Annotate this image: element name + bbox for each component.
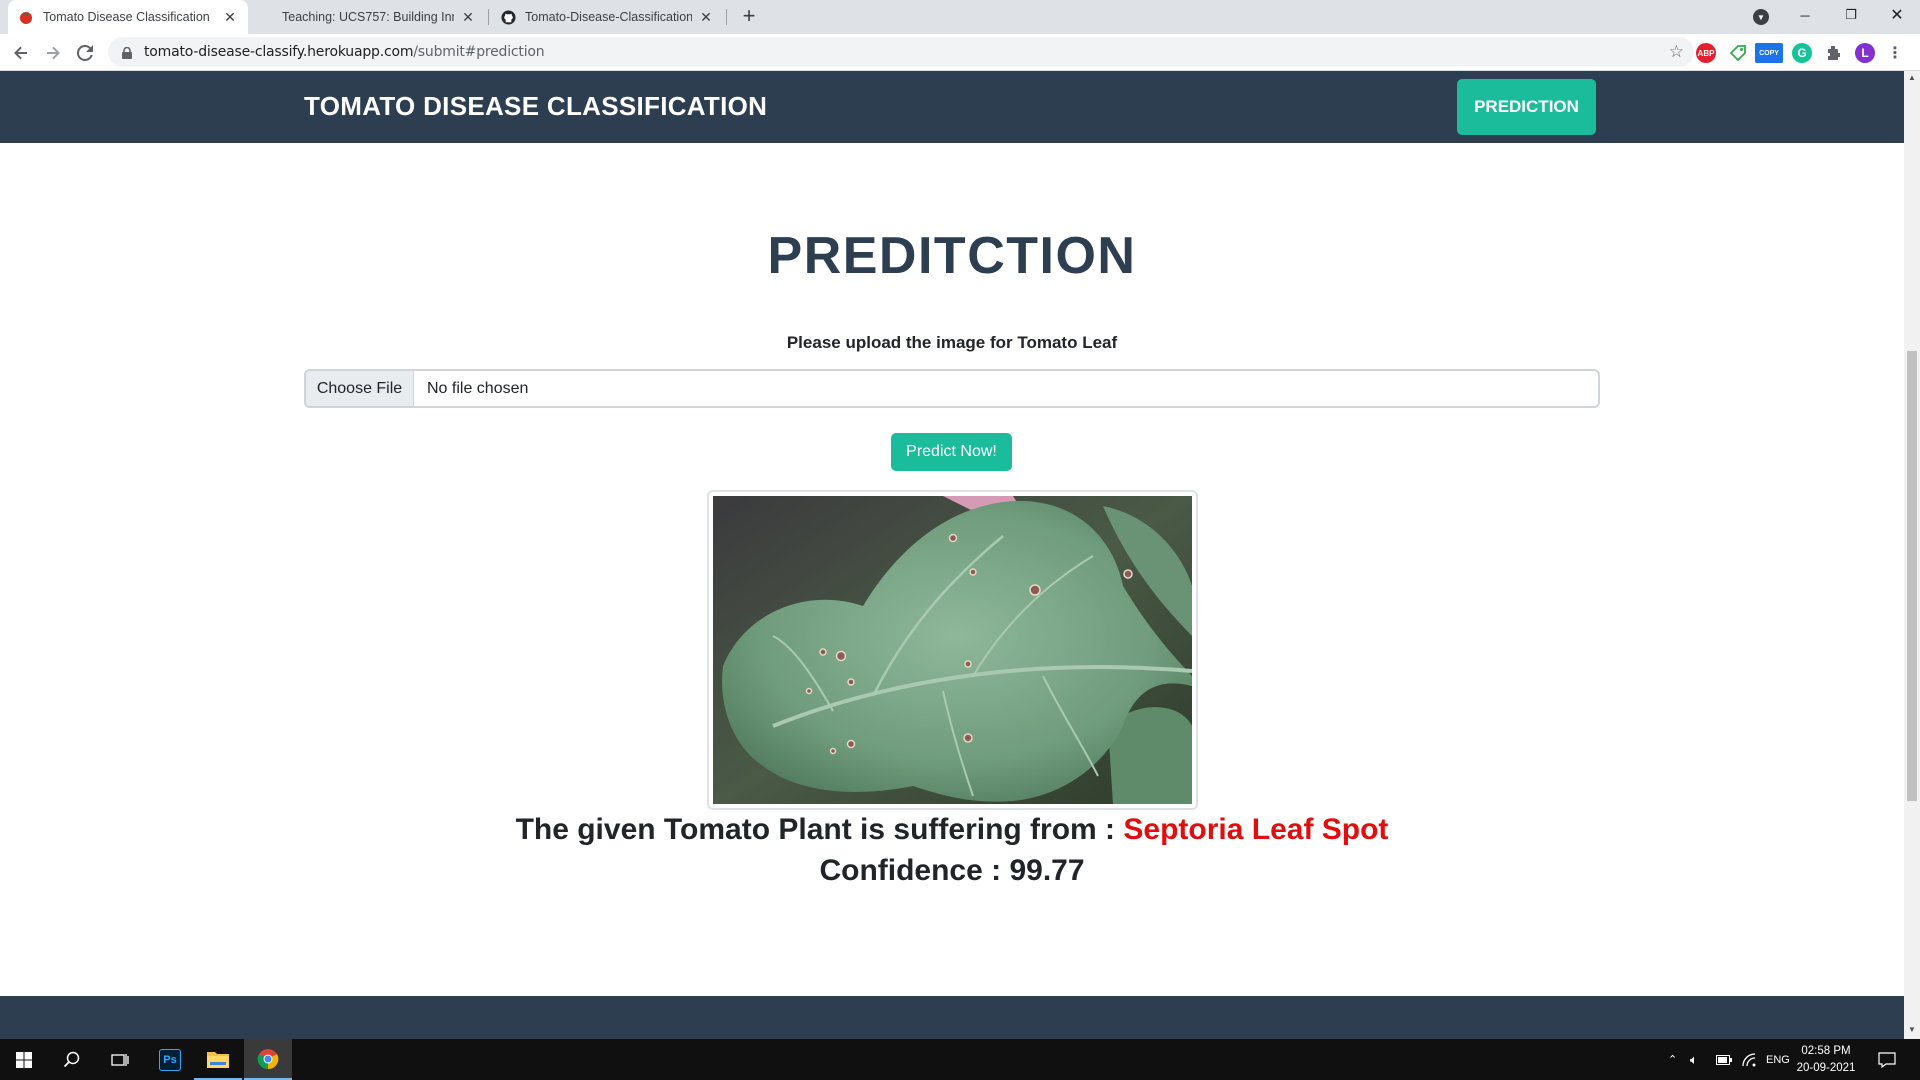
- site-navbar: TOMATO DISEASE CLASSIFICATION PREDICTION: [0, 71, 1904, 143]
- nav-prediction-button[interactable]: PREDICTION: [1457, 79, 1596, 135]
- back-arrow-icon[interactable]: [7, 39, 35, 67]
- adblock-icon[interactable]: ABP: [1696, 43, 1716, 63]
- clock-date: 20-09-2021: [1796, 1062, 1856, 1074]
- scroll-down-icon[interactable]: ▼: [1908, 1025, 1916, 1034]
- url-path: /submit#prediction: [413, 44, 545, 60]
- system-clock[interactable]: 02:58 PM 20-09-2021: [1790, 1043, 1862, 1077]
- volume-icon[interactable]: 🔈︎: [1690, 1039, 1698, 1080]
- profile-avatar[interactable]: L: [1855, 43, 1875, 63]
- github-icon: [500, 9, 516, 25]
- disease-name: Septoria Leaf Spot: [1123, 813, 1389, 846]
- scrollbar-thumb[interactable]: [1907, 351, 1917, 801]
- show-hidden-icons-chevron-icon[interactable]: ⌃: [1668, 1039, 1677, 1080]
- forward-arrow-icon[interactable]: [39, 39, 67, 67]
- upload-label: Please upload the image for Tomato Leaf: [786, 333, 1118, 352]
- tab-teaching[interactable]: Teaching: UCS757: Building Inno ✕: [272, 0, 486, 34]
- choose-file-button[interactable]: Choose File: [306, 371, 414, 406]
- task-view-icon[interactable]: [96, 1039, 144, 1080]
- close-tab-icon[interactable]: ✕: [222, 9, 238, 25]
- url-text: tomato-disease-classify.herokuapp.com/su…: [144, 44, 545, 60]
- confidence-score: Confidence : 99.77: [819, 854, 1085, 887]
- tab-search-icon[interactable]: ▼: [1753, 9, 1769, 25]
- clock-time: 02:58 PM: [1801, 1045, 1851, 1057]
- result-prefix: The given Tomato Plant is suffering from…: [515, 813, 1124, 846]
- file-status-text: No file chosen: [427, 379, 529, 397]
- browser-tab-strip: Tomato Disease Classification ✕ Teaching…: [0, 0, 1920, 34]
- chrome-icon[interactable]: [244, 1039, 292, 1080]
- close-tab-icon[interactable]: ✕: [460, 9, 476, 25]
- file-upload-input[interactable]: Choose File No file chosen: [304, 369, 1600, 408]
- tab-title: Tomato-Disease-Classification/tr: [525, 10, 692, 24]
- puzzle-icon[interactable]: [1823, 43, 1843, 63]
- kebab-menu-icon[interactable]: ⋮: [1885, 43, 1905, 63]
- windows-start-icon[interactable]: [0, 1039, 48, 1080]
- tab-title: Teaching: UCS757: Building Inno: [282, 10, 454, 24]
- language-indicator[interactable]: ENG: [1766, 1039, 1790, 1080]
- browser-toolbar: tomato-disease-classify.herokuapp.com/su…: [0, 34, 1920, 71]
- search-icon[interactable]: [48, 1039, 96, 1080]
- page-title: PREDITCTION: [767, 227, 1137, 285]
- bookmark-star-icon[interactable]: ☆: [1669, 42, 1684, 62]
- address-bar[interactable]: tomato-disease-classify.herokuapp.com/su…: [108, 37, 1694, 67]
- tag-icon[interactable]: [1728, 43, 1748, 63]
- tab-title: Tomato Disease Classification: [43, 10, 210, 24]
- site-brand[interactable]: TOMATO DISEASE CLASSIFICATION: [304, 91, 767, 122]
- grammarly-icon[interactable]: G: [1792, 43, 1812, 63]
- site-footer: [0, 996, 1904, 1039]
- prediction-result: The given Tomato Plant is suffering from…: [0, 813, 1904, 847]
- close-tab-icon[interactable]: ✕: [698, 9, 714, 25]
- photoshop-label: Ps: [159, 1048, 181, 1071]
- page-viewport: TOMATO DISEASE CLASSIFICATION PREDICTION…: [0, 71, 1904, 1039]
- photoshop-icon[interactable]: Ps: [146, 1039, 194, 1080]
- window-close-icon[interactable]: ✕: [1874, 0, 1920, 30]
- copy-icon[interactable]: COPY: [1755, 43, 1783, 63]
- tab-tomato-disease[interactable]: Tomato Disease Classification ✕: [8, 0, 248, 34]
- predict-now-button[interactable]: Predict Now!: [891, 433, 1012, 471]
- page-scrollbar[interactable]: ▲ ▼: [1904, 71, 1920, 1039]
- restore-icon[interactable]: ❐: [1828, 0, 1874, 30]
- tomato-favicon-icon: [18, 9, 34, 25]
- notifications-icon[interactable]: [1878, 1039, 1896, 1080]
- minimize-icon[interactable]: ─: [1782, 0, 1828, 30]
- file-explorer-icon[interactable]: [194, 1039, 242, 1080]
- battery-icon[interactable]: [1716, 1039, 1732, 1080]
- url-host: tomato-disease-classify.herokuapp.com: [144, 44, 414, 60]
- tab-separator: [488, 9, 489, 25]
- reload-icon[interactable]: [71, 39, 99, 67]
- uploaded-leaf-image-frame: [707, 490, 1198, 810]
- tab-separator: [726, 9, 727, 25]
- tomato-leaf-image: [713, 496, 1192, 804]
- lock-icon: [122, 46, 134, 59]
- new-tab-plus-icon[interactable]: +: [737, 5, 761, 29]
- scroll-up-icon[interactable]: ▲: [1908, 73, 1916, 82]
- windows-taskbar: Ps ⌃ 🔈︎ ENG 02:58 PM 20-09-2021: [0, 1039, 1920, 1080]
- tab-github[interactable]: Tomato-Disease-Classification/tr ✕: [490, 0, 724, 34]
- wifi-icon[interactable]: [1742, 1039, 1758, 1080]
